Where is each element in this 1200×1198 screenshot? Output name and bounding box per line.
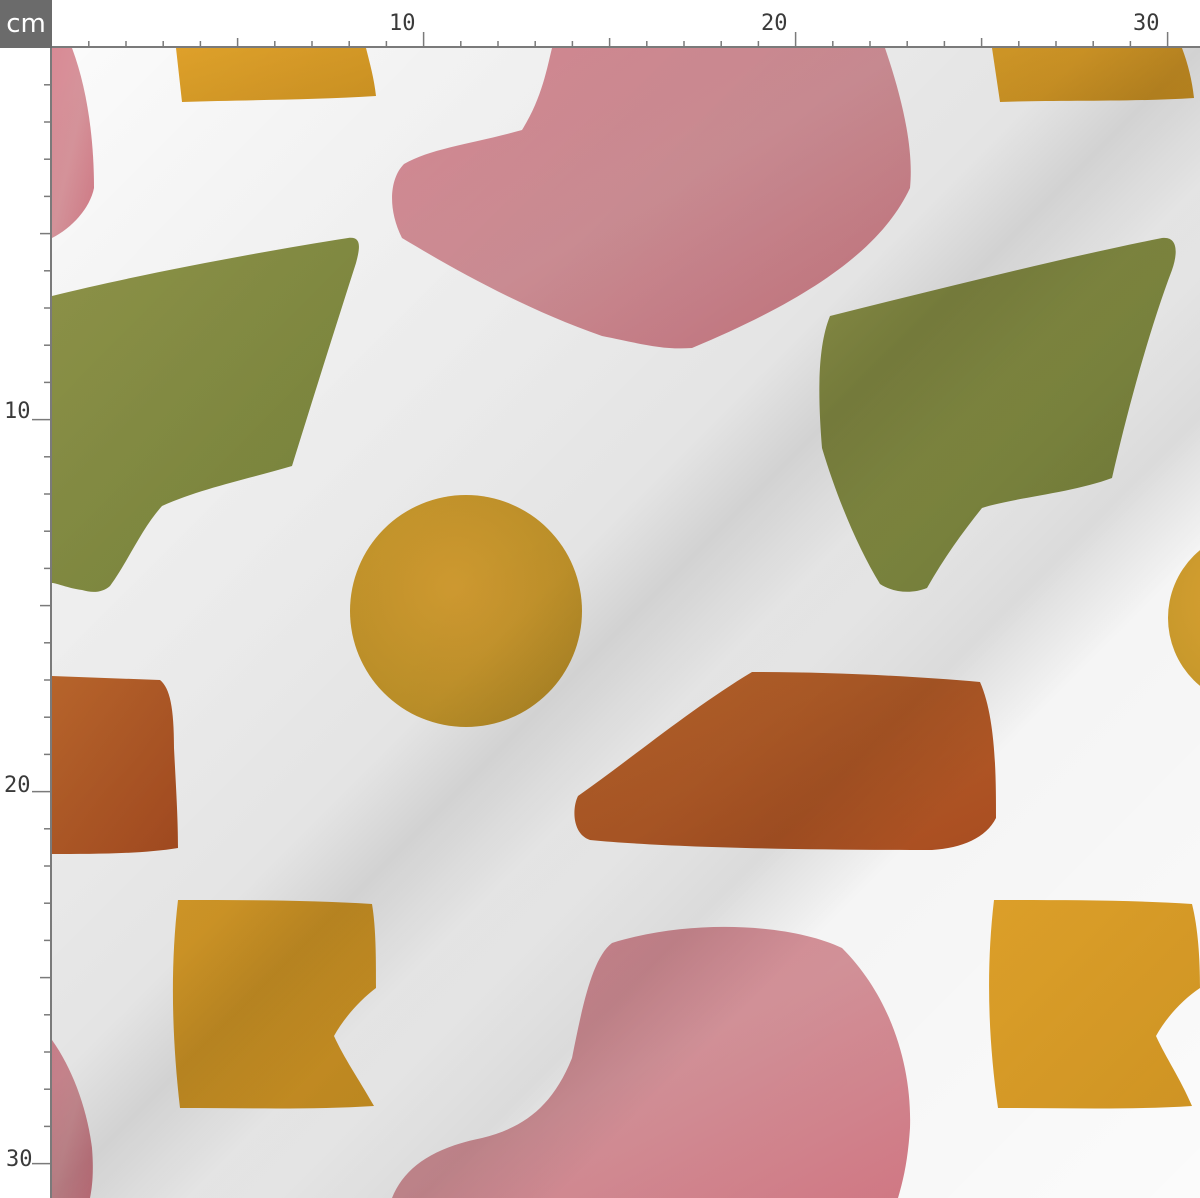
left-label-10: 10 <box>4 399 31 424</box>
left-label-30: 30 <box>6 1147 33 1172</box>
left-ruler-ticks: 10 20 30 <box>4 84 52 1172</box>
unit-badge: cm <box>0 0 52 48</box>
left-ruler: 10 20 30 <box>0 48 52 1198</box>
fabric-swatch <box>52 48 1200 1198</box>
fabric-fold-shadow-secondary <box>52 48 1200 1198</box>
top-ruler: 10 20 30 <box>52 0 1200 48</box>
top-label-30: 30 <box>1133 11 1160 36</box>
top-ruler-ticks: 10 20 30 <box>88 11 1169 48</box>
unit-label: cm <box>6 9 46 39</box>
top-label-10: 10 <box>389 11 416 36</box>
fabric-pattern <box>52 48 1200 1198</box>
left-label-20: 20 <box>4 773 31 798</box>
top-label-20: 20 <box>761 11 788 36</box>
